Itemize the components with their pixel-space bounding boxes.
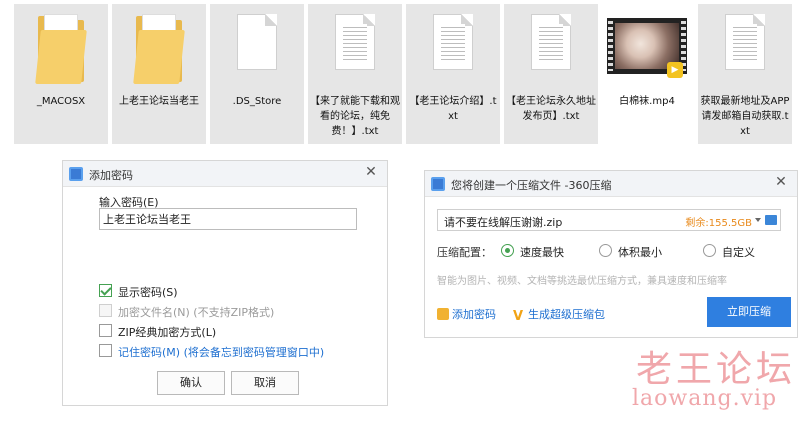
folder-icon (34, 10, 88, 90)
file-name: 上老王论坛当老王 (119, 96, 199, 107)
file-item-txt-app[interactable]: 获取最新地址及APP请发邮箱自动获取.txt (698, 4, 792, 144)
radio-label: 速度最快 (520, 246, 564, 259)
radio-icon (703, 244, 716, 257)
folder-browse-icon[interactable] (765, 215, 777, 225)
play-icon: ▶ (667, 62, 683, 78)
file-item-ds-store[interactable]: .DS_Store (210, 4, 304, 144)
checkbox-icon (99, 344, 112, 357)
watermark-title: 老王论坛 (636, 349, 797, 390)
checkbox-disabled-icon (99, 304, 112, 317)
text-file-icon (426, 10, 480, 90)
radio-selected-icon (501, 244, 514, 257)
file-name: 白棉袜.mp4 (619, 96, 675, 107)
file-name: _MACOSX (36, 96, 86, 107)
dialog-title: 您将创建一个压缩文件 -360压缩 (451, 179, 612, 192)
link-label: 生成超级压缩包 (528, 308, 605, 321)
radio-label: 体积最小 (618, 246, 662, 259)
text-file-icon (718, 10, 772, 90)
archive-name-field[interactable]: 请不要在线解压谢谢.zip 剩余:155.5GB (437, 209, 781, 231)
compress-dialog: 您将创建一个压缩文件 -360压缩 ✕ 请不要在线解压谢谢.zip 剩余:155… (424, 170, 798, 338)
file-item-video[interactable]: ▶ 白棉袜.mp4 (600, 4, 694, 144)
file-name: 【老王论坛介绍】.txt (409, 96, 497, 122)
add-password-dialog: 添加密码 ✕ 输入密码(E) 显示密码(S) 加密文件名(N) (不支持ZIP格… (62, 160, 388, 406)
super-zip-link[interactable]: V 生成超级压缩包 (513, 306, 605, 323)
watermark-url: laowang.vip (632, 386, 778, 411)
free-space-label: 剩余:155.5GB (685, 218, 752, 229)
file-item-macosx[interactable]: _MACOSX (14, 4, 108, 144)
file-name: 【来了就能下载和观看的论坛，纯免费！】.txt (310, 96, 400, 137)
v-badge-icon: V (513, 309, 524, 324)
lock-icon (437, 308, 449, 320)
close-icon[interactable]: ✕ (773, 174, 789, 192)
chevron-down-icon[interactable] (755, 218, 761, 222)
file-name: .DS_Store (232, 96, 282, 107)
mode-hint: 智能为图片、视频、文档等挑选最优压缩方式，兼具速度和压缩率 (437, 276, 727, 287)
option-label: ZIP经典加密方式(L) (118, 326, 217, 339)
add-password-link[interactable]: 添加密码 (437, 306, 496, 322)
password-input[interactable] (99, 208, 357, 230)
desktop-stage: _MACOSX 上老王论坛当老王 .DS_Store 【来了就能下载和观看的论坛… (0, 0, 800, 424)
text-file-icon (328, 10, 382, 90)
radio-label: 自定义 (722, 246, 755, 259)
dialog-titlebar: 您将创建一个压缩文件 -360压缩 ✕ (425, 171, 797, 197)
link-label: 添加密码 (452, 308, 496, 321)
option-label: 加密文件名(N) (不支持ZIP格式) (118, 306, 275, 319)
compress-now-button[interactable]: 立即压缩 (707, 297, 791, 327)
file-item-txt-intro[interactable]: 【老王论坛介绍】.txt (406, 4, 500, 144)
archive-name: 请不要在线解压谢谢.zip (444, 216, 563, 229)
file-name: 获取最新地址及APP请发邮箱自动获取.txt (700, 96, 790, 137)
folder-icon (132, 10, 186, 90)
file-item-txt-download[interactable]: 【来了就能下载和观看的论坛，纯免费！】.txt (308, 4, 402, 144)
dialog-titlebar: 添加密码 ✕ (63, 161, 387, 187)
config-label: 压缩配置： (437, 246, 492, 259)
cancel-button[interactable]: 取消 (231, 371, 299, 395)
dialog-title: 添加密码 (89, 169, 133, 182)
confirm-button[interactable]: 确认 (157, 371, 225, 395)
checkbox-checked-icon (99, 284, 112, 297)
file-item-folder-laowang[interactable]: 上老王论坛当老王 (112, 4, 206, 144)
app-logo-icon (69, 167, 83, 181)
text-file-icon (524, 10, 578, 90)
file-name: 【老王论坛永久地址发布页】.txt (506, 96, 596, 122)
checkbox-icon (99, 324, 112, 337)
blank-file-icon (230, 10, 284, 90)
app-logo-icon (431, 177, 445, 191)
option-label: 记住密码(M) (将会备忘到密码管理窗口中) (118, 346, 325, 359)
video-file-icon: ▶ (607, 10, 687, 90)
file-item-txt-address[interactable]: 【老王论坛永久地址发布页】.txt (504, 4, 598, 144)
close-icon[interactable]: ✕ (363, 164, 379, 182)
radio-icon (599, 244, 612, 257)
option-label: 显示密码(S) (118, 286, 178, 299)
